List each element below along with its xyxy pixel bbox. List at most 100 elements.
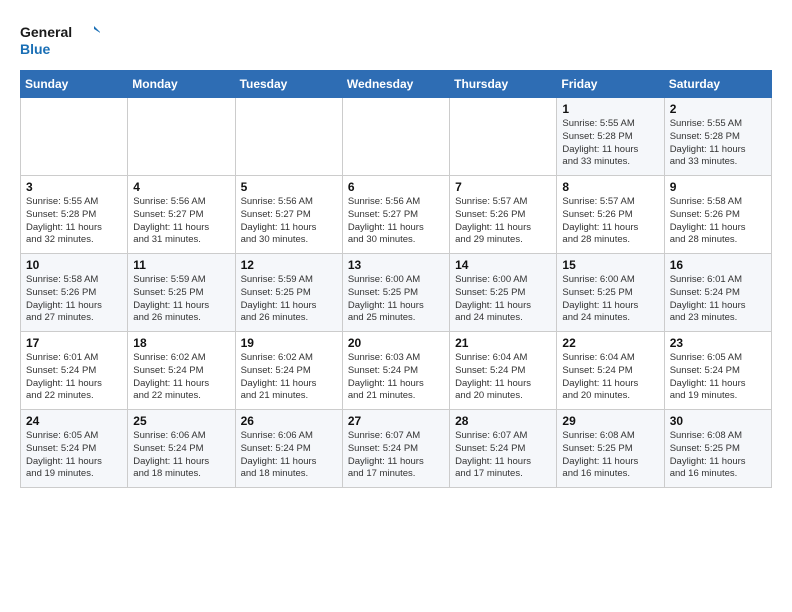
day-info: Sunrise: 6:00 AM Sunset: 5:25 PM Dayligh… <box>455 274 551 325</box>
weekday-header-friday: Friday <box>557 71 664 98</box>
day-info: Sunrise: 6:04 AM Sunset: 5:24 PM Dayligh… <box>562 352 658 403</box>
svg-text:General: General <box>20 24 72 40</box>
calendar-cell: 22 Sunrise: 6:04 AM Sunset: 5:24 PM Dayli… <box>557 332 664 410</box>
day-number: 2 <box>670 102 766 116</box>
weekday-header-saturday: Saturday <box>664 71 771 98</box>
day-info: Sunrise: 5:56 AM Sunset: 5:27 PM Dayligh… <box>348 196 444 247</box>
day-info: Sunrise: 6:05 AM Sunset: 5:24 PM Dayligh… <box>670 352 766 403</box>
day-number: 30 <box>670 414 766 428</box>
day-info: Sunrise: 6:05 AM Sunset: 5:24 PM Dayligh… <box>26 430 122 481</box>
calendar-cell: 19 Sunrise: 6:02 AM Sunset: 5:24 PM Dayli… <box>235 332 342 410</box>
calendar-table: SundayMondayTuesdayWednesdayThursdayFrid… <box>20 70 772 488</box>
day-number: 10 <box>26 258 122 272</box>
day-number: 26 <box>241 414 337 428</box>
day-info: Sunrise: 5:55 AM Sunset: 5:28 PM Dayligh… <box>562 118 658 169</box>
day-number: 7 <box>455 180 551 194</box>
day-info: Sunrise: 6:02 AM Sunset: 5:24 PM Dayligh… <box>133 352 229 403</box>
day-info: Sunrise: 5:57 AM Sunset: 5:26 PM Dayligh… <box>455 196 551 247</box>
day-number: 29 <box>562 414 658 428</box>
calendar-cell: 7 Sunrise: 5:57 AM Sunset: 5:26 PM Daylig… <box>450 176 557 254</box>
logo-svg: General Blue <box>20 20 100 60</box>
calendar-cell: 6 Sunrise: 5:56 AM Sunset: 5:27 PM Daylig… <box>342 176 449 254</box>
calendar-cell: 10 Sunrise: 5:58 AM Sunset: 5:26 PM Dayli… <box>21 254 128 332</box>
day-number: 6 <box>348 180 444 194</box>
calendar-cell: 5Sunrise: 5:56 AM Sunset: 5:27 PM Daylig… <box>235 176 342 254</box>
day-info: Sunrise: 6:00 AM Sunset: 5:25 PM Dayligh… <box>348 274 444 325</box>
day-info: Sunrise: 6:01 AM Sunset: 5:24 PM Dayligh… <box>670 274 766 325</box>
calendar-cell: 4 Sunrise: 5:56 AM Sunset: 5:27 PM Daylig… <box>128 176 235 254</box>
day-number: 13 <box>348 258 444 272</box>
calendar-cell: 27 Sunrise: 6:07 AM Sunset: 5:24 PM Dayli… <box>342 410 449 488</box>
day-info: Sunrise: 5:59 AM Sunset: 5:25 PM Dayligh… <box>133 274 229 325</box>
calendar-cell: 11 Sunrise: 5:59 AM Sunset: 5:25 PM Dayli… <box>128 254 235 332</box>
day-number: 23 <box>670 336 766 350</box>
weekday-header-wednesday: Wednesday <box>342 71 449 98</box>
day-info: Sunrise: 6:02 AM Sunset: 5:24 PM Dayligh… <box>241 352 337 403</box>
day-info: Sunrise: 6:01 AM Sunset: 5:24 PM Dayligh… <box>26 352 122 403</box>
day-info: Sunrise: 5:58 AM Sunset: 5:26 PM Dayligh… <box>26 274 122 325</box>
day-number: 4 <box>133 180 229 194</box>
calendar-cell: 23 Sunrise: 6:05 AM Sunset: 5:24 PM Dayli… <box>664 332 771 410</box>
calendar-cell: 26 Sunrise: 6:06 AM Sunset: 5:24 PM Dayli… <box>235 410 342 488</box>
day-number: 20 <box>348 336 444 350</box>
svg-text:Blue: Blue <box>20 41 51 57</box>
day-number: 11 <box>133 258 229 272</box>
day-info: Sunrise: 6:04 AM Sunset: 5:24 PM Dayligh… <box>455 352 551 403</box>
calendar-cell: 17 Sunrise: 6:01 AM Sunset: 5:24 PM Dayli… <box>21 332 128 410</box>
calendar-week-row: 17 Sunrise: 6:01 AM Sunset: 5:24 PM Dayli… <box>21 332 772 410</box>
day-number: 25 <box>133 414 229 428</box>
calendar-cell <box>450 98 557 176</box>
calendar-cell: 12Sunrise: 5:59 AM Sunset: 5:25 PM Dayli… <box>235 254 342 332</box>
header: General Blue <box>20 16 772 60</box>
day-number: 17 <box>26 336 122 350</box>
day-info: Sunrise: 5:56 AM Sunset: 5:27 PM Dayligh… <box>133 196 229 247</box>
day-info: Sunrise: 6:00 AM Sunset: 5:25 PM Dayligh… <box>562 274 658 325</box>
day-number: 9 <box>670 180 766 194</box>
day-number: 3 <box>26 180 122 194</box>
day-info: Sunrise: 6:08 AM Sunset: 5:25 PM Dayligh… <box>562 430 658 481</box>
day-number: 15 <box>562 258 658 272</box>
calendar-cell: 24 Sunrise: 6:05 AM Sunset: 5:24 PM Dayli… <box>21 410 128 488</box>
weekday-header-row: SundayMondayTuesdayWednesdayThursdayFrid… <box>21 71 772 98</box>
day-info: Sunrise: 6:07 AM Sunset: 5:24 PM Dayligh… <box>455 430 551 481</box>
day-number: 27 <box>348 414 444 428</box>
day-info: Sunrise: 5:55 AM Sunset: 5:28 PM Dayligh… <box>26 196 122 247</box>
day-number: 22 <box>562 336 658 350</box>
weekday-header-sunday: Sunday <box>21 71 128 98</box>
day-number: 18 <box>133 336 229 350</box>
calendar-cell: 3 Sunrise: 5:55 AM Sunset: 5:28 PM Daylig… <box>21 176 128 254</box>
day-info: Sunrise: 5:56 AM Sunset: 5:27 PM Dayligh… <box>241 196 337 247</box>
day-info: Sunrise: 5:58 AM Sunset: 5:26 PM Dayligh… <box>670 196 766 247</box>
day-info: Sunrise: 6:08 AM Sunset: 5:25 PM Dayligh… <box>670 430 766 481</box>
calendar-cell <box>342 98 449 176</box>
weekday-header-monday: Monday <box>128 71 235 98</box>
calendar-cell: 2 Sunrise: 5:55 AM Sunset: 5:28 PM Daylig… <box>664 98 771 176</box>
calendar-cell: 25Sunrise: 6:06 AM Sunset: 5:24 PM Dayli… <box>128 410 235 488</box>
calendar-week-row: 24 Sunrise: 6:05 AM Sunset: 5:24 PM Dayli… <box>21 410 772 488</box>
calendar-cell <box>235 98 342 176</box>
calendar-week-row: 3 Sunrise: 5:55 AM Sunset: 5:28 PM Daylig… <box>21 176 772 254</box>
day-number: 14 <box>455 258 551 272</box>
calendar-cell: 21 Sunrise: 6:04 AM Sunset: 5:24 PM Dayli… <box>450 332 557 410</box>
day-info: Sunrise: 5:55 AM Sunset: 5:28 PM Dayligh… <box>670 118 766 169</box>
day-info: Sunrise: 6:07 AM Sunset: 5:24 PM Dayligh… <box>348 430 444 481</box>
day-info: Sunrise: 5:59 AM Sunset: 5:25 PM Dayligh… <box>241 274 337 325</box>
day-number: 16 <box>670 258 766 272</box>
calendar-cell: 30 Sunrise: 6:08 AM Sunset: 5:25 PM Dayli… <box>664 410 771 488</box>
calendar-week-row: 10 Sunrise: 5:58 AM Sunset: 5:26 PM Dayli… <box>21 254 772 332</box>
calendar-cell <box>21 98 128 176</box>
calendar-cell <box>128 98 235 176</box>
calendar-cell: 8 Sunrise: 5:57 AM Sunset: 5:26 PM Daylig… <box>557 176 664 254</box>
weekday-header-tuesday: Tuesday <box>235 71 342 98</box>
day-info: Sunrise: 6:06 AM Sunset: 5:24 PM Dayligh… <box>241 430 337 481</box>
day-info: Sunrise: 5:57 AM Sunset: 5:26 PM Dayligh… <box>562 196 658 247</box>
day-number: 19 <box>241 336 337 350</box>
day-number: 1 <box>562 102 658 116</box>
day-number: 8 <box>562 180 658 194</box>
weekday-header-thursday: Thursday <box>450 71 557 98</box>
calendar-cell: 1 Sunrise: 5:55 AM Sunset: 5:28 PM Daylig… <box>557 98 664 176</box>
day-number: 21 <box>455 336 551 350</box>
logo-area: General Blue <box>20 20 100 60</box>
calendar-cell: 15 Sunrise: 6:00 AM Sunset: 5:25 PM Dayli… <box>557 254 664 332</box>
day-number: 24 <box>26 414 122 428</box>
